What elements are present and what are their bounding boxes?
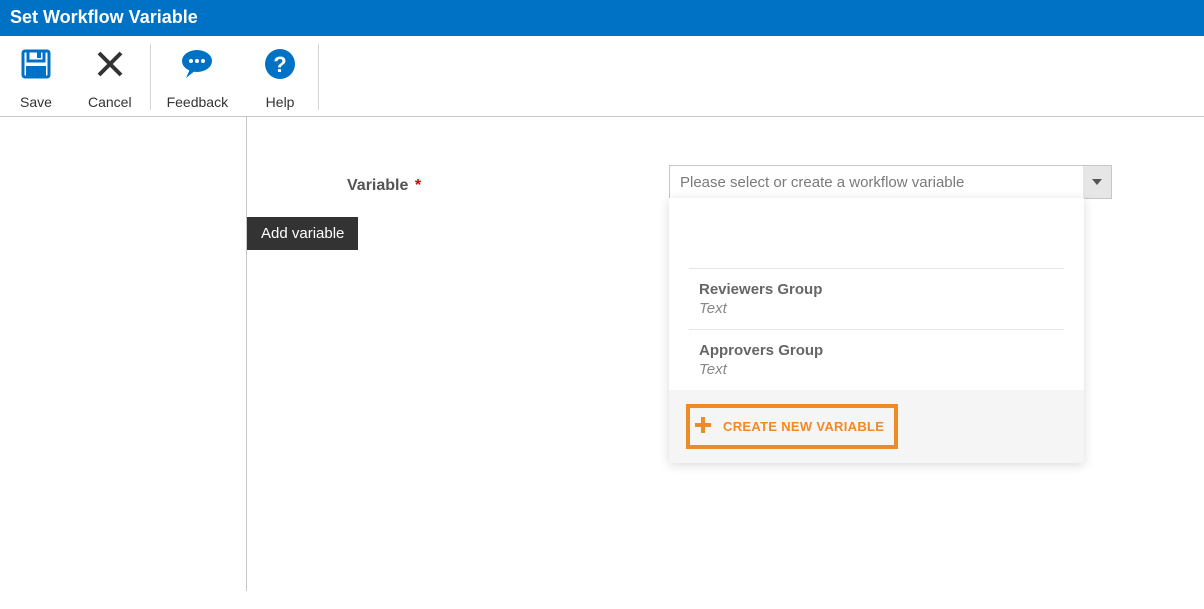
left-spacer [0,117,247,591]
create-new-variable-button[interactable]: CREATE NEW VARIABLE [669,390,1084,463]
feedback-label: Feedback [167,94,228,110]
option-name: Approvers Group [699,342,1054,359]
variable-select-placeholder: Please select or create a workflow varia… [670,174,1083,191]
variable-dropdown-panel: Reviewers Group Text Approvers Group Tex… [669,198,1084,463]
help-icon: ? [260,44,300,84]
plus-icon [695,417,711,436]
create-new-label: CREATE NEW VARIABLE [723,419,884,434]
svg-text:?: ? [273,52,286,77]
variable-select[interactable]: Please select or create a workflow varia… [669,165,1112,199]
cancel-button[interactable]: Cancel [72,44,151,110]
dropdown-toggle[interactable] [1083,166,1111,198]
required-indicator: * [415,177,421,194]
option-type: Text [699,300,1054,317]
save-label: Save [20,94,52,110]
add-variable-tooltip: Add variable [247,217,358,250]
help-button[interactable]: ? Help [244,44,319,110]
feedback-button[interactable]: Feedback [151,44,244,110]
help-label: Help [266,94,295,110]
dialog-title: Set Workflow Variable [0,0,1204,36]
save-button[interactable]: Save [0,44,72,110]
variable-select-wrap: Please select or create a workflow varia… [669,165,1204,199]
option-name: Reviewers Group [699,281,1054,298]
ribbon-toolbar: Save Cancel Feedback ? [0,36,1204,117]
feedback-icon [177,44,217,84]
cancel-label: Cancel [88,94,132,110]
variable-row: Variable * Please select or create a wor… [347,165,1204,199]
form-area: Variable * Please select or create a wor… [247,117,1204,591]
close-icon [90,44,130,84]
dropdown-option-reviewers-group[interactable]: Reviewers Group Text [689,268,1064,329]
save-icon [16,44,56,84]
dropdown-option-approvers-group[interactable]: Approvers Group Text [689,329,1064,390]
content-area: Variable * Please select or create a wor… [0,117,1204,591]
chevron-down-icon [1092,179,1102,185]
variable-label: Variable * [347,165,669,195]
option-type: Text [699,361,1054,378]
